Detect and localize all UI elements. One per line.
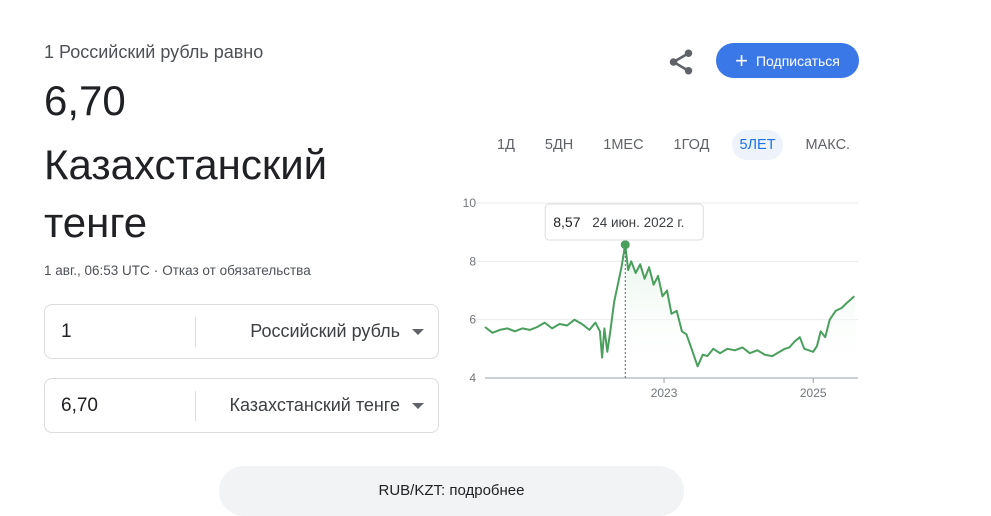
share-button[interactable] [666,47,696,77]
chevron-down-icon [412,402,424,409]
tooltip-date: 24 июн. 2022 г. [592,215,684,230]
plus-icon: + [735,47,748,73]
from-currency-select[interactable]: Российский рубль [196,321,438,342]
tab-max[interactable]: МАКС. [799,130,858,160]
y-tick-label: 8 [469,254,476,268]
timestamp-line: 1 авг., 06:53 UTC · Отказ от обязательства [44,263,311,278]
separator: · [153,263,159,278]
y-tick-label: 6 [469,313,476,327]
x-tick-label: 2025 [800,386,827,400]
tab-1m[interactable]: 1МЕС [596,130,650,160]
more-details-label: RUB/KZT: подробнее [378,482,525,499]
range-tabs: 1Д 5ДН 1МЕС 1ГОД 5ЛЕТ МАКС. [490,130,873,160]
highlight-point [620,240,630,250]
y-tick-label: 4 [469,371,476,385]
tab-5d[interactable]: 5ДН [538,130,580,160]
subscribe-button[interactable]: + Подписаться [716,43,859,78]
to-amount-input[interactable]: 6,70 [45,395,195,417]
more-details-link[interactable]: RUB/KZT: подробнее [219,466,684,516]
x-tick-label: 2023 [651,386,678,400]
exchange-rate-value: 6,70 [44,77,126,124]
chart-area-fill [625,244,858,378]
to-currency-label: Казахстанский тенге [229,395,400,415]
y-tick-label: 10 [463,196,477,210]
chevron-down-icon [412,328,424,335]
price-chart[interactable]: 10 8 6 4 2023 2025 8,57 24 июн. 2022 г. [445,190,865,410]
timestamp: 1 авг., 06:53 UTC [44,263,150,278]
target-currency-name: Казахстанский тенге [44,141,328,246]
tooltip-value: 8,57 [553,214,580,230]
tab-5y[interactable]: 5ЛЕТ [732,130,783,160]
subscribe-label: Подписаться [755,52,840,69]
from-currency-row: 1 Российский рубль [44,304,439,359]
converter-heading: 1 Российский рубль равно [44,42,264,62]
from-currency-label: Российский рубль [250,321,400,341]
share-icon [669,49,693,75]
tooltip: 8,57 24 июн. 2022 г. [544,203,704,241]
to-currency-row: 6,70 Казахстанский тенге [44,378,439,433]
tab-1y[interactable]: 1ГОД [667,130,717,160]
tab-1d[interactable]: 1Д [490,130,522,160]
disclaimer-link[interactable]: Отказ от обязательства [162,263,310,278]
to-currency-select[interactable]: Казахстанский тенге [196,395,438,416]
from-amount-input[interactable]: 1 [45,321,195,343]
